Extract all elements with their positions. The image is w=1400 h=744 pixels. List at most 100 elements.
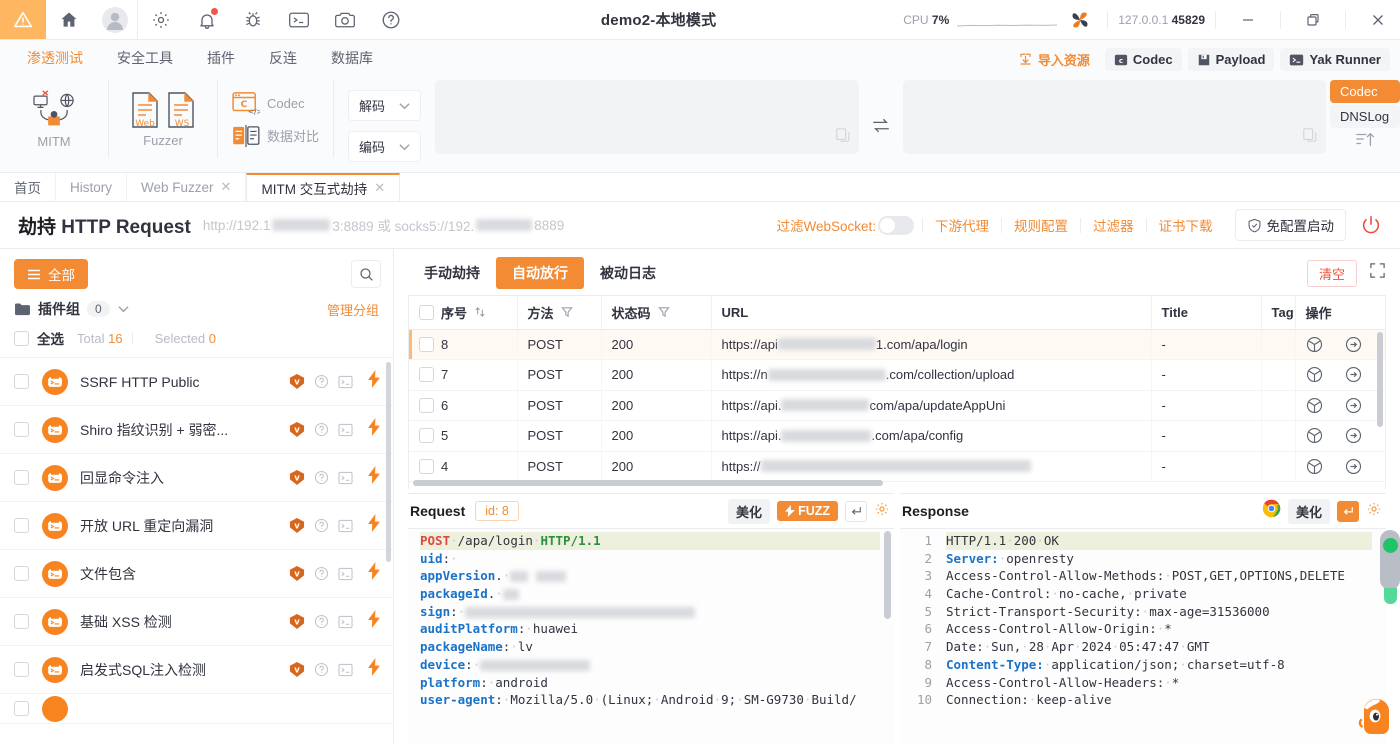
- plugin-checkbox[interactable]: [14, 470, 29, 485]
- fuzz-button[interactable]: FUZZ: [777, 501, 838, 521]
- plugin-list[interactable]: SSRF HTTP Public v Shiro 指纹识别 + 弱密... v …: [0, 357, 393, 744]
- clear-button[interactable]: 清空: [1306, 259, 1357, 287]
- tab-home[interactable]: 首页: [0, 173, 56, 201]
- mitm-button[interactable]: MITM: [14, 89, 94, 149]
- bug-icon[interactable]: [230, 0, 276, 39]
- list-item[interactable]: 启发式SQL注入检测 v: [0, 646, 393, 694]
- ribbon-tab-plugins[interactable]: 插件: [190, 48, 252, 68]
- sort-up-icon[interactable]: [1330, 130, 1400, 152]
- yak-runner-button[interactable]: Yak Runner: [1280, 48, 1390, 71]
- editor-settings-icon[interactable]: [874, 501, 890, 522]
- filter-websocket-toggle[interactable]: [878, 215, 914, 235]
- help-circle-icon[interactable]: [368, 0, 414, 39]
- select-all-checkbox[interactable]: [14, 330, 29, 346]
- tab-history[interactable]: History: [56, 173, 128, 201]
- terminal-icon[interactable]: [276, 0, 322, 39]
- swap-icon[interactable]: [859, 80, 903, 172]
- close-button[interactable]: [1356, 0, 1400, 40]
- codec-input-left[interactable]: [435, 80, 859, 154]
- tab-manual-hijack[interactable]: 手动劫持: [408, 257, 496, 289]
- search-input[interactable]: [351, 260, 381, 288]
- filter-link[interactable]: 过滤器: [1081, 215, 1146, 235]
- column-header-method[interactable]: 方法: [517, 296, 602, 330]
- table-horizontal-scrollbar[interactable]: [413, 480, 883, 486]
- data-compare-button[interactable]: 数据对比: [232, 124, 319, 147]
- list-item[interactable]: Shiro 指纹识别 + 弱密... v: [0, 406, 393, 454]
- free-config-start-button[interactable]: 免配置启动: [1234, 209, 1346, 241]
- table-vertical-scrollbar[interactable]: [1377, 332, 1383, 427]
- run-plugin-icon[interactable]: [367, 466, 381, 489]
- list-item[interactable]: [0, 694, 393, 724]
- warning-triangle-icon[interactable]: [0, 0, 46, 39]
- request-code-editor[interactable]: POST·/apa/login·HTTP/1.1 uid:· appVersio…: [408, 528, 894, 744]
- maximize-button[interactable]: [1291, 0, 1335, 40]
- close-icon[interactable]: ✕: [221, 179, 232, 195]
- plugin-checkbox[interactable]: [14, 662, 29, 677]
- table-row[interactable]: 8 POST 200 https://api 1.com/apa/login -: [409, 329, 1385, 360]
- list-item[interactable]: 回显命令注入 v: [0, 454, 393, 502]
- response-code-editor[interactable]: 1 2 3 4 5 6 7 8 9 10 HTTP/1.1·200·OK Ser…: [900, 528, 1386, 744]
- column-header-status[interactable]: 状态码: [601, 296, 712, 330]
- list-item[interactable]: 开放 URL 重定向漏洞 v: [0, 502, 393, 550]
- table-row[interactable]: 6 POST 200 https://api. com/apa/updateApp…: [409, 390, 1385, 421]
- power-icon[interactable]: [1360, 214, 1382, 236]
- tab-mitm-hijack[interactable]: MITM 交互式劫持 ✕: [246, 173, 401, 201]
- plugin-checkbox[interactable]: [14, 701, 29, 716]
- list-item[interactable]: 文件包含 v: [0, 550, 393, 598]
- tab-passive-log[interactable]: 被动日志: [584, 257, 672, 289]
- beautify-button[interactable]: 美化: [728, 498, 771, 524]
- tab-web-fuzzer[interactable]: Web Fuzzer ✕: [127, 173, 247, 201]
- column-header-tag[interactable]: Tag: [1261, 296, 1296, 330]
- decode-select[interactable]: 解码: [348, 90, 422, 121]
- run-plugin-icon[interactable]: [367, 562, 381, 585]
- run-plugin-icon[interactable]: [367, 514, 381, 537]
- encode-select[interactable]: 编码: [348, 131, 422, 162]
- sidebar-scrollbar[interactable]: [386, 362, 391, 562]
- home-icon[interactable]: [46, 0, 92, 39]
- column-header-action[interactable]: 操作: [1295, 296, 1385, 330]
- plugin-checkbox[interactable]: [14, 518, 29, 533]
- gear-icon[interactable]: [138, 0, 184, 39]
- ribbon-tab-reverse[interactable]: 反连: [252, 48, 314, 68]
- dnslog-pill[interactable]: DNSLog: [1330, 105, 1400, 128]
- bell-icon[interactable]: [184, 0, 230, 39]
- rule-config-link[interactable]: 规则配置: [1002, 215, 1080, 235]
- request-scrollbar[interactable]: [884, 531, 891, 619]
- plugin-group-row[interactable]: 插件组 0 管理分组: [0, 289, 393, 325]
- payload-button[interactable]: Payload: [1187, 48, 1275, 71]
- list-item[interactable]: 基础 XSS 检测 v: [0, 598, 393, 646]
- beautify-button[interactable]: 美化: [1287, 498, 1330, 524]
- table-row[interactable]: 4 POST 200 https:// -: [409, 451, 1385, 482]
- column-header-title[interactable]: Title: [1151, 296, 1262, 330]
- list-item[interactable]: SSRF HTTP Public v: [0, 358, 393, 406]
- run-plugin-icon[interactable]: [367, 418, 381, 441]
- downstream-proxy-link[interactable]: 下游代理: [923, 215, 1001, 235]
- import-resource-button[interactable]: 导入资源: [1009, 46, 1099, 73]
- ribbon-tab-security-tools[interactable]: 安全工具: [100, 48, 190, 68]
- codec-button[interactable]: c Codec: [1104, 48, 1182, 71]
- plugin-checkbox[interactable]: [14, 566, 29, 581]
- fuzzer-button[interactable]: Web WS Fuzzer: [123, 91, 203, 148]
- editor-settings-icon[interactable]: [1366, 501, 1382, 522]
- row-checkbox[interactable]: [419, 336, 434, 352]
- chrome-icon[interactable]: [1262, 499, 1281, 523]
- run-plugin-icon[interactable]: [367, 370, 381, 393]
- cert-download-link[interactable]: 证书下载: [1147, 215, 1225, 235]
- row-checkbox[interactable]: [419, 397, 434, 413]
- column-header-seq[interactable]: 序号: [409, 296, 518, 330]
- expand-icon[interactable]: [1369, 262, 1386, 284]
- plugin-checkbox[interactable]: [14, 422, 29, 437]
- run-plugin-icon[interactable]: [367, 610, 381, 633]
- table-row[interactable]: 5 POST 200 https://api. .com/apa/config -: [409, 420, 1385, 452]
- ribbon-tab-pentest[interactable]: 渗透测试: [10, 48, 100, 68]
- column-header-url[interactable]: URL: [711, 296, 1152, 330]
- camera-icon[interactable]: [322, 0, 368, 39]
- plugin-checkbox[interactable]: [14, 374, 29, 389]
- codec-input-right[interactable]: [902, 80, 1326, 154]
- ribbon-tab-database[interactable]: 数据库: [314, 48, 390, 68]
- run-plugin-icon[interactable]: [367, 658, 381, 681]
- header-checkbox[interactable]: [419, 304, 434, 320]
- all-plugins-button[interactable]: 全部: [14, 259, 88, 289]
- row-checkbox[interactable]: [419, 458, 434, 474]
- tab-auto-forward[interactable]: 自动放行: [496, 257, 584, 289]
